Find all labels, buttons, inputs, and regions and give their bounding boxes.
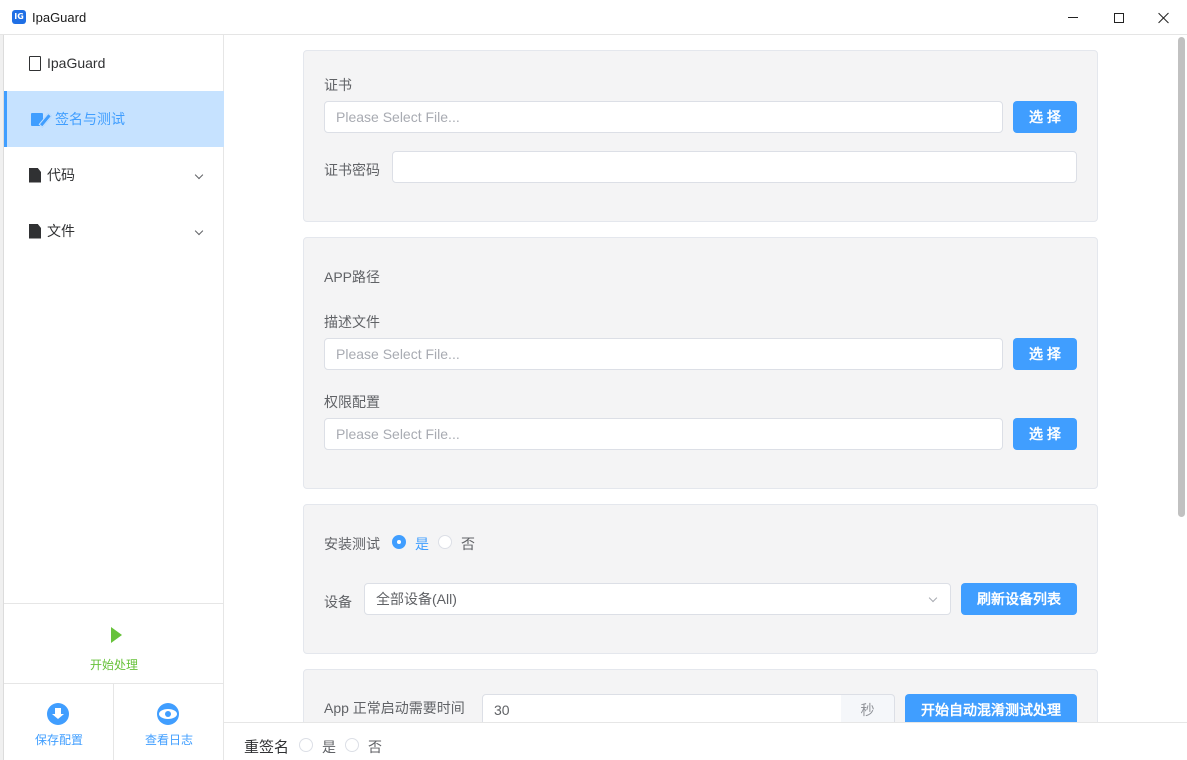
title-bar: IG IpaGuard xyxy=(0,0,1187,35)
file-icon xyxy=(29,223,41,239)
start-process-label: 开始处理 xyxy=(89,658,138,672)
eye-icon xyxy=(157,703,179,725)
resign-yes-label[interactable]: 是 xyxy=(322,737,336,757)
install-test-card: 安装测试 是 否 设备 全部设备(All) 刷新设备列表 xyxy=(303,504,1098,654)
install-test-yes-radio[interactable] xyxy=(392,535,406,549)
maximize-icon xyxy=(1114,12,1124,23)
device-label: 设备 xyxy=(324,594,352,610)
play-icon xyxy=(111,627,122,643)
sidebar-item-label: IpaGuard xyxy=(47,55,106,71)
chevron-down-icon xyxy=(194,170,204,180)
sidebar-item-file[interactable]: 文件 xyxy=(4,203,224,259)
close-icon xyxy=(1158,12,1170,24)
sidebar-item-label: 文件 xyxy=(47,223,75,239)
signature-icon xyxy=(31,111,49,127)
certificate-title: 证书 xyxy=(324,77,352,93)
file-icon xyxy=(29,55,41,71)
main-content: 证书 Please Select File... 选 择 证书密码 APP路径 … xyxy=(224,35,1175,722)
scrollbar-thumb[interactable] xyxy=(1178,37,1185,517)
profile-label: 描述文件 xyxy=(324,314,380,330)
device-select[interactable]: 全部设备(All) xyxy=(364,583,951,615)
refresh-devices-button[interactable]: 刷新设备列表 xyxy=(961,583,1077,615)
footer-bar: 重签名 是 否 xyxy=(224,722,1187,760)
certificate-card: 证书 Please Select File... 选 择 证书密码 xyxy=(303,50,1098,222)
device-select-value: 全部设备(All) xyxy=(376,591,457,607)
profile-select-button[interactable]: 选 择 xyxy=(1013,338,1077,370)
certificate-select-button[interactable]: 选 择 xyxy=(1013,101,1077,133)
entitlements-file-input[interactable]: Please Select File... xyxy=(324,418,1003,450)
code-file-icon xyxy=(29,167,41,183)
close-button[interactable] xyxy=(1141,0,1187,35)
start-process-button[interactable]: 开始处理 xyxy=(4,605,224,683)
entitlements-select-button[interactable]: 选 择 xyxy=(1013,418,1077,450)
view-log-button[interactable]: 查看日志 xyxy=(114,684,224,760)
install-test-label: 安装测试 xyxy=(324,536,380,552)
chevron-down-icon xyxy=(928,593,938,603)
resign-yes-radio[interactable] xyxy=(299,738,313,752)
install-test-no-label[interactable]: 否 xyxy=(461,534,475,554)
app-path-card: APP路径 描述文件 Please Select File... 选 择 权限配… xyxy=(303,237,1098,489)
chevron-down-icon xyxy=(194,226,204,236)
resign-label: 重签名 xyxy=(244,739,290,756)
app-logo-icon: IG xyxy=(12,10,26,24)
startup-time-label: App 正常启动需要时间 xyxy=(324,700,465,716)
resign-no-label[interactable]: 否 xyxy=(368,737,382,757)
sidebar-item-code[interactable]: 代码 xyxy=(4,147,224,203)
scrollbar[interactable] xyxy=(1175,35,1187,722)
certificate-file-input[interactable]: Please Select File... xyxy=(324,101,1003,133)
install-test-yes-label[interactable]: 是 xyxy=(415,534,429,554)
startup-time-input[interactable]: 30 xyxy=(482,694,842,722)
certificate-password-field[interactable] xyxy=(392,151,1077,183)
resign-no-radio[interactable] xyxy=(345,738,359,752)
save-config-button[interactable]: 保存配置 xyxy=(4,684,114,760)
sidebar-item-label: 签名与测试 xyxy=(55,111,125,127)
sidebar-item-label: 代码 xyxy=(47,167,75,183)
maximize-button[interactable] xyxy=(1096,0,1142,35)
window-title: IpaGuard xyxy=(32,10,87,25)
save-config-label: 保存配置 xyxy=(34,733,83,747)
sidebar-item-ipaguard[interactable]: IpaGuard xyxy=(4,35,224,91)
profile-file-input[interactable]: Please Select File... xyxy=(324,338,1003,370)
app-path-title: APP路径 xyxy=(324,269,381,285)
sidebar-divider xyxy=(4,603,224,604)
startup-time-unit: 秒 xyxy=(841,694,895,722)
minimize-button[interactable] xyxy=(1050,0,1096,35)
certificate-password-label: 证书密码 xyxy=(324,162,380,178)
sidebar-item-sign-test[interactable]: 签名与测试 xyxy=(4,91,224,147)
start-auto-test-button[interactable]: 开始自动混淆测试处理 xyxy=(905,694,1077,722)
install-test-no-radio[interactable] xyxy=(438,535,452,549)
download-icon xyxy=(47,703,69,725)
sidebar: IpaGuard 签名与测试 代码 文件 开始处理 保存配置 查看日志 xyxy=(3,35,224,760)
minimize-icon xyxy=(1068,17,1078,18)
view-log-label: 查看日志 xyxy=(144,733,193,747)
entitlements-label: 权限配置 xyxy=(324,394,380,410)
auto-test-card: App 正常启动需要时间 30 秒 开始自动混淆测试处理 xyxy=(303,669,1098,722)
